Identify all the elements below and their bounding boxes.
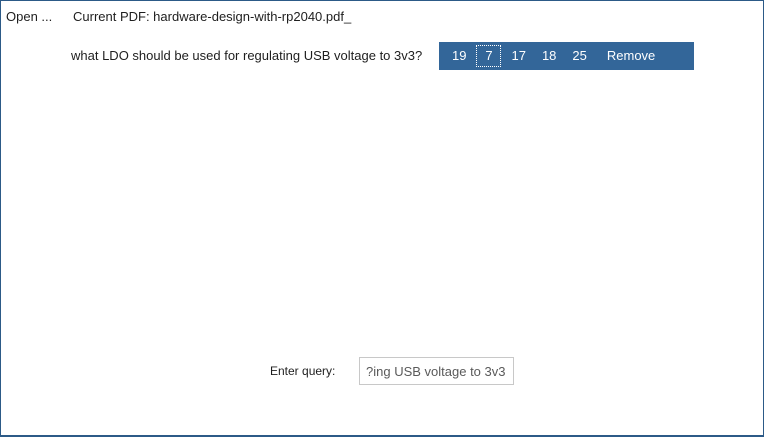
- result-row: what LDO should be used for regulating U…: [71, 42, 694, 70]
- app-window: Open ... Current PDF: hardware-design-wi…: [0, 0, 764, 437]
- page-button-19[interactable]: 19: [446, 45, 472, 67]
- remove-button[interactable]: Remove: [601, 45, 661, 67]
- page-button-25[interactable]: 25: [566, 45, 592, 67]
- current-pdf-label: Current PDF: hardware-design-with-rp2040…: [73, 9, 352, 24]
- page-button-bar: 19 7 17 18 25 Remove: [439, 42, 694, 70]
- result-question: what LDO should be used for regulating U…: [71, 48, 423, 63]
- page-button-17[interactable]: 17: [505, 45, 531, 67]
- page-button-7[interactable]: 7: [476, 45, 502, 67]
- query-label: Enter query:: [270, 364, 336, 378]
- open-file-button[interactable]: Open ...: [6, 8, 52, 26]
- page-button-18[interactable]: 18: [536, 45, 562, 67]
- query-input[interactable]: [359, 357, 514, 385]
